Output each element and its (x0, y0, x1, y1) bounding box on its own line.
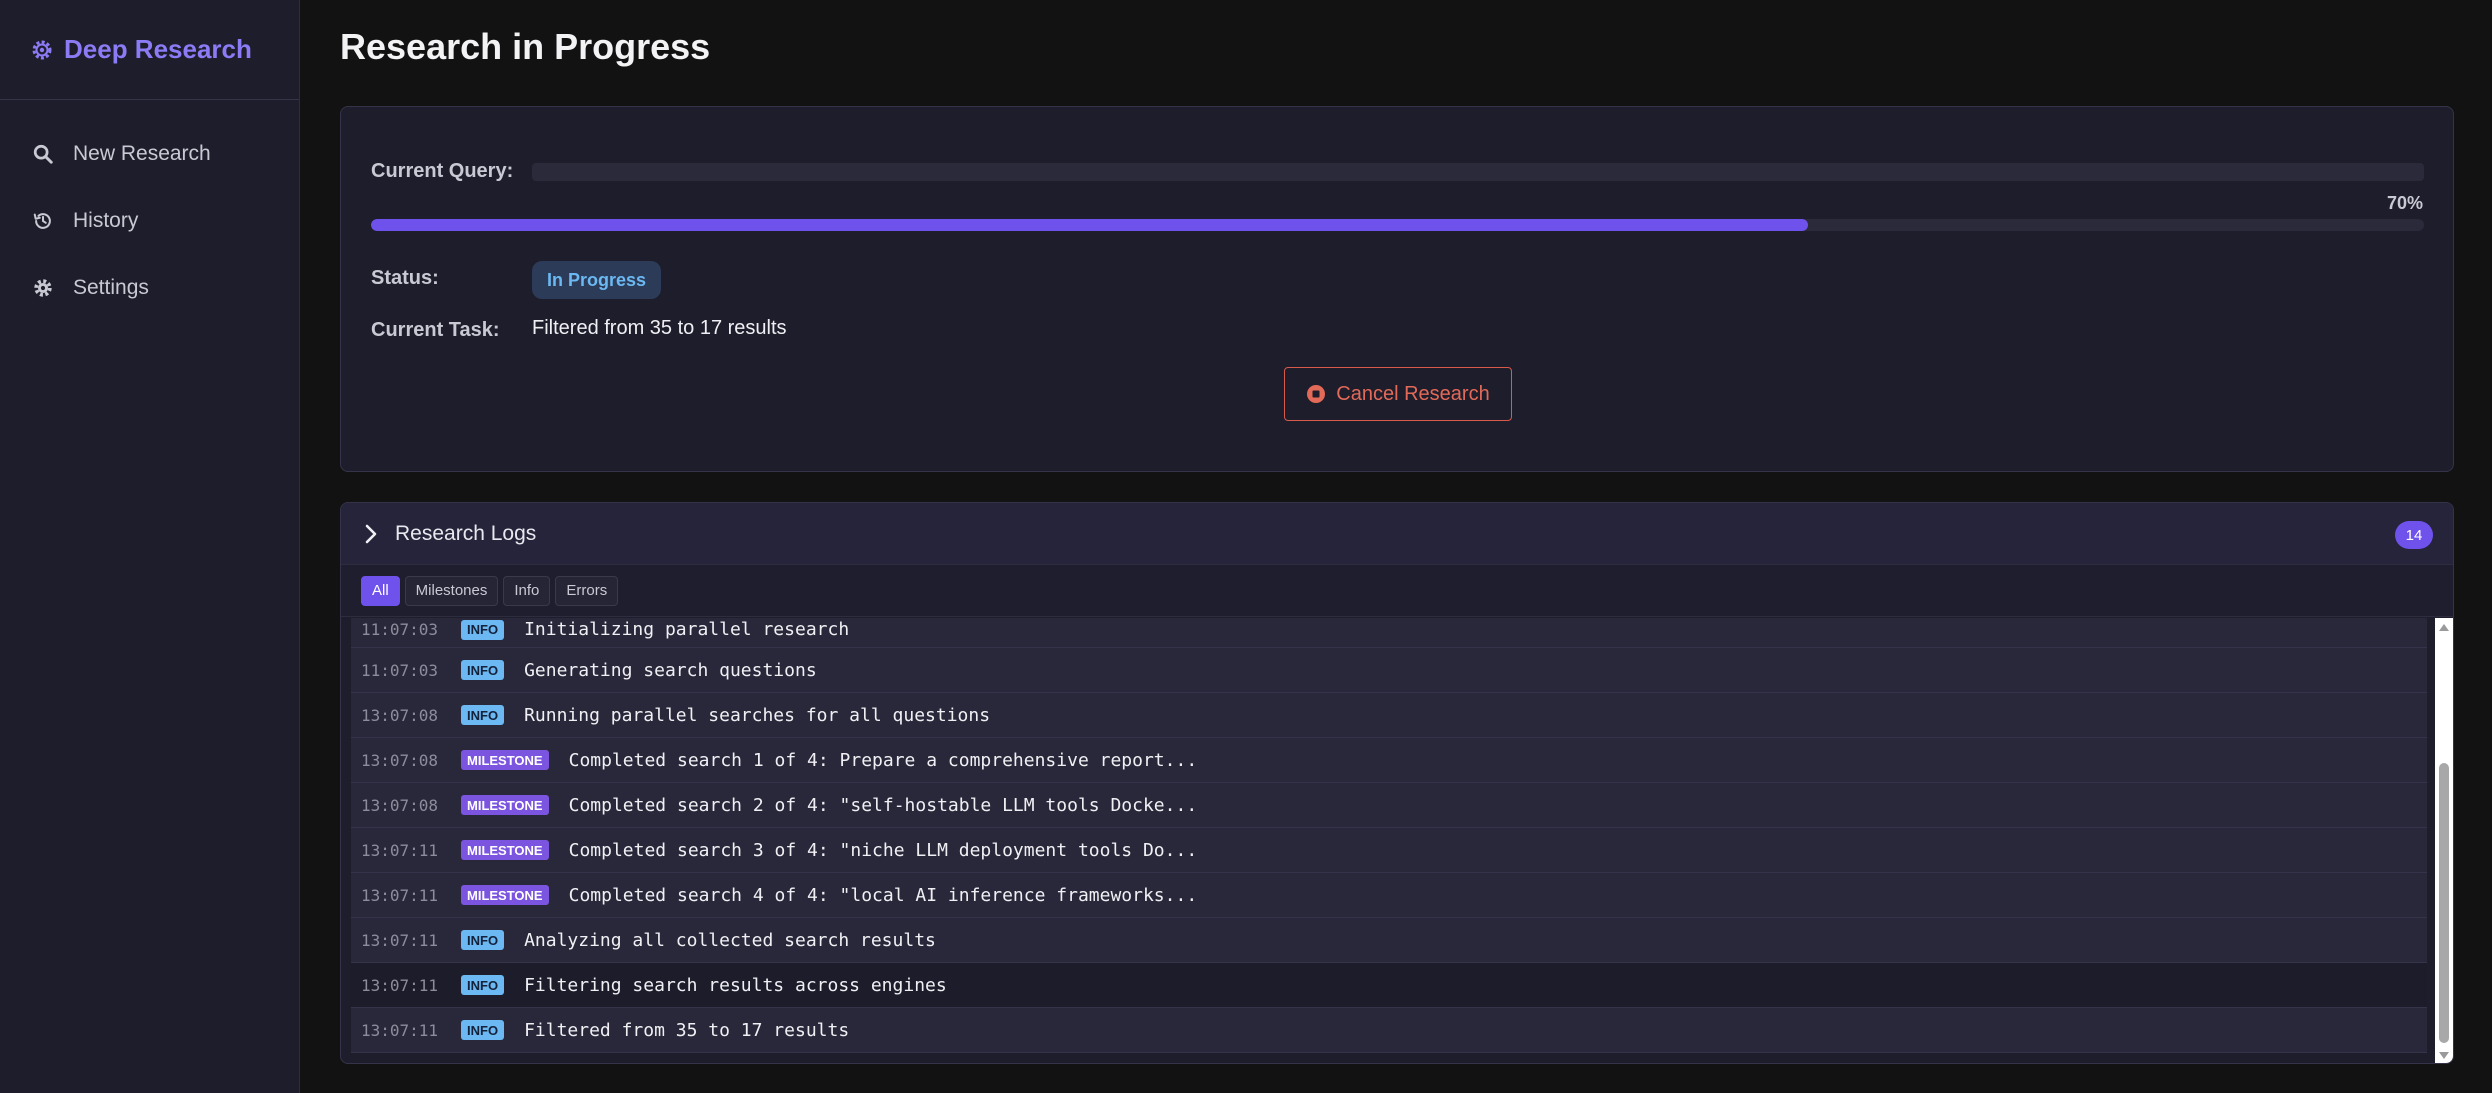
cancel-research-button[interactable]: Cancel Research (1284, 367, 1512, 421)
log-entry: 13:07:08 MILESTONE Completed search 1 of… (351, 738, 2427, 783)
status-badge: In Progress (532, 261, 662, 299)
progress-bar (371, 219, 2424, 231)
log-entry: 13:07:11 MILESTONE Completed search 4 of… (351, 873, 2427, 918)
logs-title: Research Logs (395, 521, 537, 545)
progress-bar-fill (371, 219, 1809, 231)
search-icon (33, 144, 53, 164)
filter-milestones-button[interactable]: Milestones (404, 575, 499, 606)
log-message: Initializing parallel research (524, 619, 850, 640)
log-message: Filtering search results across engines (524, 974, 947, 996)
filter-info-button[interactable]: Info (503, 575, 551, 606)
log-message: Running parallel searches for all questi… (524, 704, 991, 726)
page-title: Research in Progress (340, 26, 711, 67)
scroll-up-arrow-icon[interactable] (2439, 624, 2449, 631)
gear-icon (34, 278, 52, 297)
cancel-research-label: Cancel Research (1336, 382, 1490, 405)
log-message: Completed search 2 of 4: "self-hostable … (568, 794, 1198, 816)
sidebar-nav: New Research History Settings (0, 100, 299, 321)
log-timestamp: 11:07:03 (361, 660, 439, 680)
log-filter-bar: All Milestones Info Errors (341, 565, 2453, 617)
log-timestamp: 13:07:11 (361, 885, 439, 905)
progress-card: Current Query: 70% Status: In Progress C… (340, 106, 2454, 472)
current-task-value: Filtered from 35 to 17 results (532, 317, 787, 339)
log-message: Completed search 1 of 4: Prepare a compr… (568, 749, 1198, 771)
log-timestamp: 13:07:11 (361, 975, 439, 995)
sidebar-item-new-research[interactable]: New Research (0, 120, 299, 187)
sidebar-item-label: Settings (73, 275, 149, 299)
stop-icon (1307, 385, 1326, 403)
log-level-badge: MILESTONE (461, 750, 549, 770)
gear-logo-icon (32, 40, 52, 59)
brand[interactable]: Deep Research (0, 0, 299, 100)
log-entry: 13:07:08 MILESTONE Completed search 2 of… (351, 783, 2427, 828)
logs-header[interactable]: Research Logs 14 (341, 503, 2453, 565)
query-label: Current Query: (371, 160, 514, 182)
log-message: Completed search 3 of 4: "niche LLM depl… (568, 839, 1198, 861)
log-timestamp: 13:07:08 (361, 750, 439, 770)
log-scrollbar[interactable] (2435, 618, 2453, 1063)
sidebar-item-label: History (73, 208, 139, 232)
log-level-badge: INFO (461, 975, 505, 995)
log-level-badge: INFO (461, 619, 505, 640)
sidebar-item-label: New Research (73, 141, 211, 165)
log-timestamp: 13:07:08 (361, 795, 439, 815)
log-level-badge: INFO (461, 930, 505, 950)
log-timestamp: 13:07:11 (361, 840, 439, 860)
log-message: Completed search 4 of 4: "local AI infer… (568, 884, 1198, 906)
log-level-badge: MILESTONE (461, 840, 549, 860)
log-entry: 13:07:11 INFO Analyzing all collected se… (351, 918, 2427, 963)
log-entry: 11:07:03 INFO Initializing parallel rese… (351, 618, 2427, 648)
status-label: Status: (371, 267, 439, 289)
log-entry: 13:07:11 INFO Filtering search results a… (351, 963, 2427, 1008)
task-label: Current Task: (371, 319, 500, 341)
log-count-badge: 14 (2395, 521, 2433, 549)
log-entry: 13:07:11 MILESTONE Completed search 3 of… (351, 828, 2427, 873)
log-timestamp: 13:07:08 (361, 705, 439, 725)
current-query-value (532, 163, 2424, 181)
sidebar: Deep Research New Research History Setti… (0, 0, 300, 1093)
brand-title: Deep Research (64, 34, 252, 64)
log-entry: 11:07:03 INFO Generating search question… (351, 648, 2427, 693)
log-timestamp: 11:07:03 (361, 620, 439, 639)
main-content: Research in Progress Current Query: 70% … (300, 0, 2492, 1093)
log-list[interactable]: 11:07:03 INFO Initializing parallel rese… (351, 618, 2427, 1063)
research-logs-panel: Research Logs 14 All Milestones Info Err… (340, 502, 2454, 1064)
log-entry: 13:07:08 INFO Running parallel searches … (351, 693, 2427, 738)
log-message: Generating search questions (524, 659, 817, 681)
filter-all-button[interactable]: All (361, 575, 400, 606)
log-level-badge: INFO (461, 1020, 505, 1040)
log-timestamp: 13:07:11 (361, 1020, 439, 1040)
log-level-badge: INFO (461, 705, 505, 725)
filter-errors-button[interactable]: Errors (555, 575, 619, 606)
log-entry: 13:07:11 INFO Filtered from 35 to 17 res… (351, 1008, 2427, 1053)
log-level-badge: MILESTONE (461, 795, 549, 815)
log-message: Analyzing all collected search results (524, 929, 936, 951)
scroll-down-arrow-icon[interactable] (2439, 1052, 2449, 1059)
progress-percent: 70% (2386, 193, 2423, 213)
sidebar-item-settings[interactable]: Settings (0, 254, 299, 321)
sidebar-item-history[interactable]: History (0, 187, 299, 254)
log-level-badge: MILESTONE (461, 885, 549, 905)
scrollbar-thumb[interactable] (2439, 763, 2449, 1043)
chevron-right-icon[interactable] (361, 524, 381, 544)
log-message: Filtered from 35 to 17 results (524, 1019, 850, 1041)
log-timestamp: 13:07:11 (361, 930, 439, 950)
log-level-badge: INFO (461, 660, 505, 680)
history-icon (33, 212, 51, 229)
